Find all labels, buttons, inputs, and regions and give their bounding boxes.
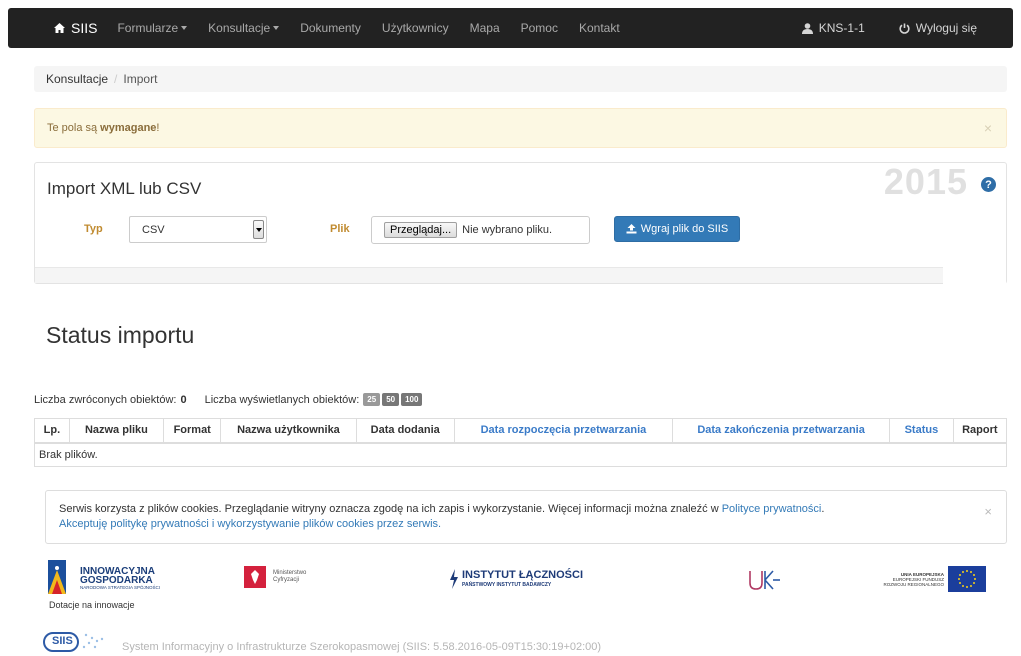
eagle-emblem-icon bbox=[244, 566, 266, 588]
power-icon bbox=[899, 23, 910, 34]
siis-logo-text: SIIS bbox=[52, 635, 73, 647]
cookie-text: Serwis korzysta z plików cookies. Przegl… bbox=[59, 503, 719, 515]
ministerstwo-cyfryzacji-logo: Ministerstwo Cyfryzacji bbox=[244, 566, 306, 591]
col-data-dodania: Data dodania bbox=[355, 418, 455, 444]
returned-label: Liczba zwróconych obiektów: bbox=[34, 393, 177, 406]
col-nazwa-pliku: Nazwa pliku bbox=[68, 418, 165, 444]
nav-right: KNS-1-1 Wyloguj się bbox=[801, 8, 1013, 48]
import-panel: Import XML lub CSV 2015 ? Typ CSV Plik P… bbox=[34, 161, 1007, 284]
col-lp: Lp. bbox=[34, 418, 70, 444]
chevron-down-icon bbox=[181, 26, 188, 30]
breadcrumb-separator: / bbox=[114, 72, 118, 86]
cookie-close-icon[interactable]: × bbox=[984, 504, 992, 519]
col-raport: Raport bbox=[952, 418, 1008, 444]
page-size-100[interactable]: 100 bbox=[401, 393, 423, 406]
brand-label: SIIS bbox=[71, 20, 98, 36]
browse-button[interactable]: Przeglądaj... bbox=[384, 222, 458, 238]
alert-suffix: ! bbox=[156, 122, 160, 134]
version-text: (SIIS: 5.58.2016-05-09T15:30:19+02:00) bbox=[402, 641, 602, 653]
alert-close-icon[interactable]: × bbox=[984, 120, 992, 136]
object-counts: Liczba zwróconych obiektów: 0 Liczba wyś… bbox=[34, 393, 423, 406]
nav-formularze[interactable]: Formularze bbox=[117, 21, 188, 35]
privacy-policy-link[interactable]: Polityce prywatności bbox=[722, 503, 822, 515]
home-icon bbox=[54, 23, 65, 33]
help-icon[interactable]: ? bbox=[981, 177, 996, 192]
chevron-down-icon bbox=[273, 26, 280, 30]
innowacyjna-gospodarka-logo: INNOWACYJNA GOSPODARKA NARODOWA STRATEGI… bbox=[48, 560, 160, 610]
table-header-row: Lp. Nazwa pliku Format Nazwa użytkownika… bbox=[34, 418, 1008, 444]
user-icon bbox=[801, 22, 813, 34]
no-file-text: Nie wybrano pliku. bbox=[462, 224, 553, 236]
import-title: Import XML lub CSV bbox=[47, 179, 202, 198]
file-input[interactable]: Przeglądaj... Nie wybrano pliku. bbox=[371, 216, 590, 244]
col-nazwa-uzytkownika: Nazwa użytkownika bbox=[220, 418, 357, 444]
top-navbar: SIIS Formularze Konsultacje Dokumenty Uż… bbox=[8, 8, 1013, 48]
alert-text: Te pola są bbox=[47, 122, 98, 134]
alert-bold: wymagane bbox=[100, 122, 157, 134]
required-fields-alert: Te pola są wymagane! × bbox=[34, 108, 1007, 148]
panel-footer bbox=[35, 267, 1006, 284]
files-table: Lp. Nazwa pliku Format Nazwa użytkownika… bbox=[34, 418, 1008, 467]
nav-konsultacje[interactable]: Konsultacje bbox=[208, 21, 280, 35]
col-status[interactable]: Status bbox=[889, 418, 954, 444]
empty-message: Brak plików. bbox=[34, 442, 1007, 467]
accept-cookies-link[interactable]: Akceptuję politykę prywatności i wykorzy… bbox=[59, 518, 441, 530]
table-row: Brak plików. bbox=[34, 442, 1007, 467]
system-info: System Informacyjny o Infrastrukturze Sz… bbox=[122, 641, 602, 653]
nav-pomoc[interactable]: Pomoc bbox=[521, 21, 558, 35]
breadcrumb-konsultacje[interactable]: Konsultacje bbox=[46, 72, 108, 86]
type-label: Typ bbox=[84, 223, 103, 235]
nav-uzytkownicy[interactable]: Użytkownicy bbox=[382, 21, 449, 35]
uke-logo bbox=[748, 568, 782, 595]
shown-label: Liczba wyświetlanych obiektów: bbox=[204, 393, 360, 406]
col-data-zakonczenia[interactable]: Data zakończenia przetwarzania bbox=[672, 418, 891, 444]
col-data-rozpoczecia[interactable]: Data rozpoczęcia przetwarzania bbox=[453, 418, 674, 444]
page-size-50[interactable]: 50 bbox=[382, 393, 400, 406]
page-size-25[interactable]: 25 bbox=[363, 393, 381, 406]
uke-emblem-icon bbox=[749, 570, 780, 590]
status-title: Status importu bbox=[46, 322, 195, 348]
type-select[interactable]: CSV bbox=[129, 216, 267, 243]
instytut-lacznosci-logo: INSTYTUT ŁĄCZNOŚCI PAŃSTWOWY INSTYTUT BA… bbox=[449, 569, 583, 592]
user-menu[interactable]: KNS-1-1 bbox=[801, 21, 865, 35]
siis-logo: SIIS bbox=[42, 629, 110, 656]
returned-count: 0 bbox=[180, 393, 187, 406]
nav-dokumenty[interactable]: Dokumenty bbox=[300, 21, 361, 35]
col-format: Format bbox=[163, 418, 222, 444]
breadcrumb-current: Import bbox=[123, 72, 158, 86]
nav-mapa[interactable]: Mapa bbox=[470, 21, 500, 35]
breadcrumb: Konsultacje / Import bbox=[34, 66, 1007, 92]
cookie-notice: Serwis korzysta z plików cookies. Przegl… bbox=[45, 490, 1007, 544]
upload-icon bbox=[626, 224, 637, 234]
logout-link[interactable]: Wyloguj się bbox=[899, 21, 977, 35]
nav-kontakt[interactable]: Kontakt bbox=[579, 21, 620, 35]
year-label: 2015 bbox=[883, 161, 968, 202]
dropdown-arrow-icon bbox=[253, 220, 264, 239]
upload-button[interactable]: Wgraj plik do SIIS bbox=[614, 216, 740, 242]
ig-caption: Dotacje na innowacje bbox=[49, 600, 135, 610]
ig-emblem-icon bbox=[48, 560, 66, 594]
brand-link[interactable]: SIIS bbox=[54, 20, 97, 36]
type-select-value: CSV bbox=[142, 223, 165, 236]
eu-flag-icon bbox=[948, 566, 986, 592]
lightning-emblem-icon bbox=[450, 569, 458, 589]
file-label: Plik bbox=[330, 223, 350, 235]
